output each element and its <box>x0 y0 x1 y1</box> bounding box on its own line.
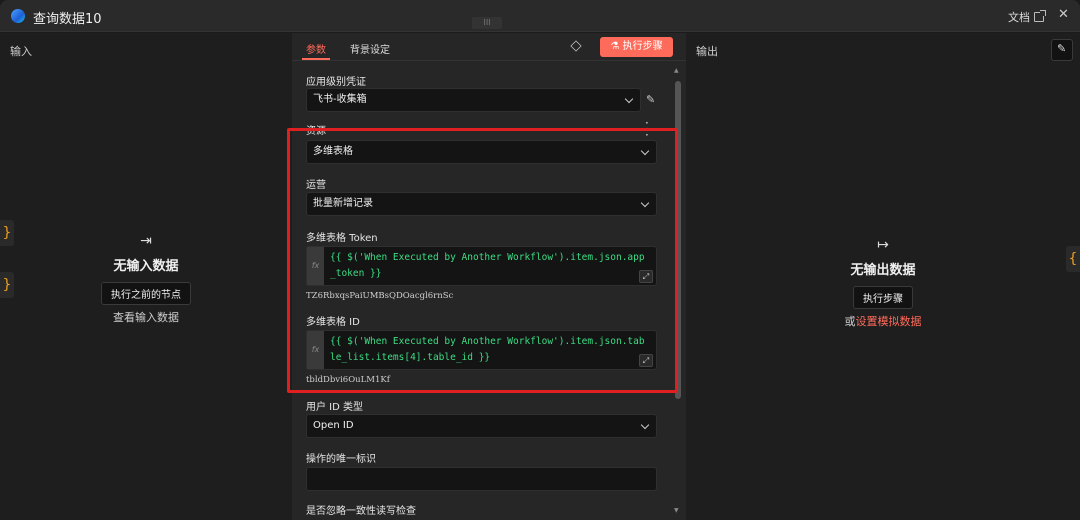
scrollbar-thumb[interactable] <box>675 81 681 399</box>
output-panel: 输出 ↦ 无输出数据 执行步骤 或设置模拟数据 <box>686 33 1080 520</box>
unique-id-label: 操作的唯一标识 <box>306 454 376 465</box>
scroll-down-arrow[interactable]: ▼ <box>674 507 679 514</box>
output-panel-label: 输出 <box>696 45 718 58</box>
token-label: 多维表格 Token <box>306 233 378 244</box>
active-tab-indicator <box>302 58 330 60</box>
output-run-step-button[interactable]: 执行步骤 <box>853 286 913 309</box>
resource-label: 资源 <box>306 126 326 137</box>
output-brace-tab[interactable]: { <box>1066 246 1080 272</box>
output-edit-button[interactable]: ✎ <box>1051 39 1073 61</box>
user-id-type-select[interactable]: Open ID <box>306 414 657 438</box>
or-text: 或 <box>844 315 856 328</box>
external-link-icon <box>1034 10 1046 22</box>
credential-value: 飞书-收集箱 <box>313 94 367 105</box>
pencil-icon: ✎ <box>1057 42 1067 55</box>
tab-settings[interactable]: 背景设定 <box>350 41 390 56</box>
user-id-type-value: Open ID <box>313 420 354 431</box>
credential-select[interactable]: 飞书-收集箱 <box>306 88 641 112</box>
title-bar: 查询数据10 III 文档 ✕ <box>0 0 1080 32</box>
chevron-down-icon <box>640 420 650 430</box>
drag-grip-handle[interactable]: III <box>472 17 502 29</box>
mock-data-line: 或设置模拟数据 <box>823 313 943 329</box>
fx-icon: fx <box>307 331 324 369</box>
input-empty-state: ⇥ 无输入数据 执行之前的节点 查看输入数据 <box>86 233 206 325</box>
table-id-result-preview: tbldDbvi6OuLM1Kf <box>306 375 390 385</box>
ignore-consistency-label: 是否忽略一致性读写检查 <box>306 506 416 517</box>
table-id-expression-text: {{ $('When Executed by Another Workflow'… <box>330 336 645 363</box>
operation-select[interactable]: 批量新增记录 <box>306 192 657 216</box>
run-previous-nodes-button[interactable]: 执行之前的节点 <box>101 282 191 305</box>
credential-label: 应用级别凭证 <box>306 77 366 88</box>
operation-value: 批量新增记录 <box>313 198 373 209</box>
more-options-icon[interactable]: · · · <box>645 117 649 141</box>
docs-link[interactable]: 文档 <box>1008 9 1046 25</box>
unique-id-input[interactable] <box>306 467 657 491</box>
chevron-down-icon <box>640 146 650 156</box>
token-expression-text: {{ $('When Executed by Another Workflow'… <box>330 252 645 279</box>
docs-label: 文档 <box>1008 11 1030 24</box>
import-arrow-icon: ⇥ <box>140 233 152 249</box>
expand-editor-icon[interactable]: ⤢ <box>639 354 653 367</box>
scroll-up-arrow[interactable]: ▲ <box>674 67 679 74</box>
flask-icon: ⚗ <box>610 41 623 52</box>
view-input-link[interactable]: 查看输入数据 <box>86 309 206 325</box>
app-logo-icon <box>11 9 25 23</box>
user-id-type-label: 用户 ID 类型 <box>306 402 364 413</box>
run-step-button[interactable]: ⚗ 执行步骤 <box>600 37 673 57</box>
expand-editor-icon[interactable]: ⤢ <box>639 270 653 283</box>
chevron-down-icon <box>640 198 650 208</box>
fx-icon: fx <box>307 247 324 285</box>
input-panel: 输入 ⇥ 无输入数据 执行之前的节点 查看输入数据 <box>0 33 292 520</box>
set-mock-data-link[interactable]: 设置模拟数据 <box>856 315 922 328</box>
chevron-down-icon <box>624 94 634 104</box>
table-id-label: 多维表格 ID <box>306 317 360 328</box>
resource-value: 多维表格 <box>313 146 353 157</box>
no-input-title: 无输入数据 <box>113 259 179 274</box>
table-id-expression-input[interactable]: fx {{ $('When Executed by Another Workfl… <box>306 330 657 370</box>
token-expression-input[interactable]: fx {{ $('When Executed by Another Workfl… <box>306 246 657 286</box>
resource-select[interactable]: 多维表格 <box>306 140 657 164</box>
input-brace-tab-bottom[interactable]: } <box>0 272 14 298</box>
token-result-preview: TZ6RbxqsPaiUMBsQDOacgl6rnSc <box>306 291 454 301</box>
operation-label: 运营 <box>306 180 326 191</box>
output-empty-state: ↦ 无输出数据 执行步骤 或设置模拟数据 <box>823 237 943 329</box>
close-button[interactable]: ✕ <box>1058 7 1069 22</box>
edit-credential-icon[interactable]: ✎ <box>646 93 655 106</box>
input-panel-label: 输入 <box>10 45 32 58</box>
export-arrow-icon: ↦ <box>877 237 889 253</box>
run-step-label: 执行步骤 <box>622 41 663 52</box>
window-title: 查询数据10 <box>33 12 102 27</box>
no-output-title: 无输出数据 <box>850 263 916 278</box>
tab-parameters[interactable]: 参数 <box>306 41 326 56</box>
input-brace-tab-top[interactable]: } <box>0 220 14 246</box>
